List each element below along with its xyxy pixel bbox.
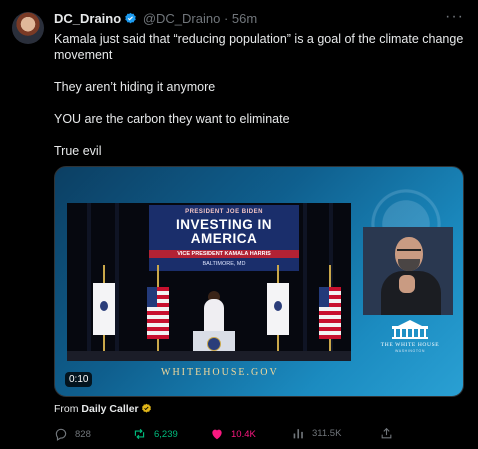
- verified-badge-icon: [124, 12, 137, 28]
- views-count: 311.5K: [312, 428, 342, 439]
- tweet-paragraph: YOU are the carbon they want to eliminat…: [54, 112, 290, 126]
- video-player[interactable]: PRESIDENT JOE BIDEN INVESTING IN AMERICA …: [54, 166, 464, 397]
- reply-count: 828: [75, 428, 91, 440]
- video-domain-text: WHITEHOUSE.GOV: [161, 367, 279, 378]
- tweet-text: Kamala just said that “reducing populati…: [54, 31, 464, 175]
- reply-icon: [54, 427, 68, 441]
- banner-line: PRESIDENT JOE BIDEN: [185, 209, 263, 215]
- author-handle[interactable]: @DC_Draino: [143, 11, 221, 26]
- views-button[interactable]: 311.5K: [292, 427, 341, 440]
- source-attribution: From Daily Caller: [54, 403, 152, 417]
- video-duration-badge: 0:10: [65, 372, 93, 387]
- heart-icon: [210, 427, 224, 441]
- source-label: From: [54, 403, 79, 415]
- flag-vice-president: [93, 283, 115, 335]
- like-button[interactable]: 10.4K: [210, 427, 256, 441]
- flag-vice-president: [267, 283, 289, 335]
- tweet-paragraph: True evil: [54, 144, 102, 158]
- author-avatar[interactable]: [12, 12, 44, 44]
- video-stage-scene: PRESIDENT JOE BIDEN INVESTING IN AMERICA …: [67, 203, 351, 361]
- tweet-header: DC_Draino @DC_Draino · 56m: [54, 11, 257, 28]
- repost-button[interactable]: 6,239: [132, 427, 178, 441]
- more-horizontal-icon[interactable]: ···: [445, 8, 464, 26]
- tweet-paragraph: They aren’t hiding it anymore: [54, 80, 216, 94]
- action-bar: 828 6,239 10.4K 311.5K: [54, 427, 464, 441]
- white-house-logo: THE WHITE HOUSE WASHINGTON: [375, 319, 445, 353]
- timestamp[interactable]: 56m: [232, 11, 257, 26]
- source-link[interactable]: Daily Caller: [81, 403, 138, 415]
- tweet-paragraph: Kamala just said that “reducing populati…: [54, 32, 464, 62]
- author-name[interactable]: DC_Draino: [54, 11, 121, 26]
- share-button[interactable]: [380, 427, 393, 440]
- sign-language-interpreter-inset: [363, 227, 453, 315]
- banner-line: VICE PRESIDENT KAMALA HARRIS: [149, 250, 299, 258]
- repost-count: 6,239: [154, 428, 178, 440]
- logo-label: THE WHITE HOUSE: [380, 342, 440, 348]
- logo-sublabel: WASHINGTON: [395, 349, 425, 353]
- separator-dot: ·: [223, 11, 229, 26]
- flag-usa: [147, 287, 169, 339]
- white-house-icon: [390, 319, 430, 339]
- verified-gold-badge-icon: [141, 403, 152, 417]
- repost-icon: [132, 427, 147, 441]
- flag-usa: [319, 287, 341, 339]
- views-chart-icon: [292, 427, 305, 440]
- speaker-figure: [204, 299, 224, 333]
- reply-button[interactable]: 828: [54, 427, 91, 441]
- share-icon: [380, 427, 393, 440]
- like-count: 10.4K: [231, 428, 256, 440]
- banner-headline: INVESTING IN AMERICA: [175, 217, 272, 246]
- event-banner: PRESIDENT JOE BIDEN INVESTING IN AMERICA …: [149, 205, 299, 271]
